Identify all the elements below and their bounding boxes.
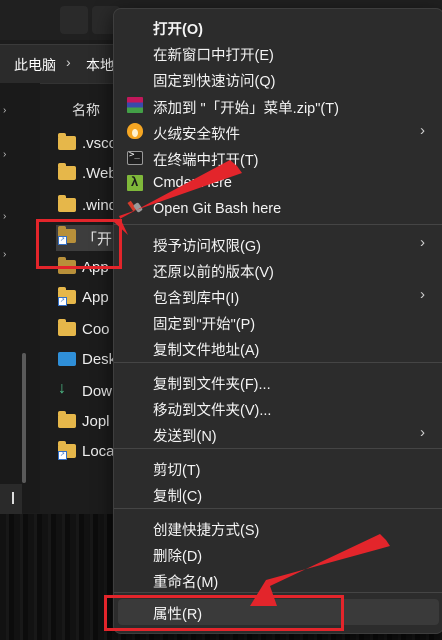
menu-item-label: 剪切(T) [153, 463, 201, 479]
expand-arrow-icon[interactable]: › [3, 149, 10, 160]
download-icon: ↓ [58, 380, 66, 397]
menu-item[interactable]: 还原以前的版本(V) [118, 257, 439, 283]
menu-item[interactable]: 包含到库中(I) › [118, 283, 439, 309]
menu-separator [114, 592, 442, 593]
menu-item-label: 移动到文件夹(V)... [153, 403, 272, 419]
folder-icon [58, 163, 76, 180]
file-name: Desk [82, 351, 117, 368]
menu-item[interactable]: 打开(O) [118, 14, 439, 40]
shortcut-arrow-icon: ↗ [58, 297, 67, 306]
toolbar-button[interactable] [60, 6, 88, 34]
expand-arrow-icon[interactable]: › [3, 211, 10, 222]
folder-icon [58, 133, 76, 150]
file-name: App [82, 289, 109, 306]
menu-item-label: 固定到快速访问(Q) [153, 74, 276, 90]
file-name: Dow [82, 383, 113, 400]
menu-item-label: 包含到库中(I) [153, 291, 240, 307]
menu-item[interactable]: Open Git Bash here [118, 197, 439, 223]
menu-separator [114, 224, 442, 225]
menu-item-label: 复制文件地址(A) [153, 343, 260, 359]
menu-item-label: 创建快捷方式(S) [153, 523, 260, 539]
menu-separator [114, 362, 442, 363]
menu-item-label: 在新窗口中打开(E) [153, 48, 274, 64]
navigation-pane[interactable]: › › › › [0, 83, 40, 513]
menu-item[interactable]: 删除(D) [118, 541, 439, 567]
git-bash-icon [127, 201, 143, 217]
context-menu: 打开(O) 在新窗口中打开(E) 固定到快速访问(Q) 添加到 "「开始」菜单.zip… [113, 8, 442, 634]
column-header-name[interactable]: 名称 [72, 100, 100, 120]
menu-item-label: 火绒安全软件 [153, 127, 240, 143]
menu-item[interactable]: 在新窗口中打开(E) [118, 40, 439, 66]
menu-item-label: 还原以前的版本(V) [153, 265, 274, 281]
folder-icon [58, 195, 76, 212]
file-name: Loca [82, 443, 115, 460]
desktop-icon [58, 352, 76, 366]
menu-item[interactable]: 重命名(M) [118, 567, 439, 593]
menu-item-label: 复制(C) [153, 489, 203, 505]
menu-item-label: 发送到(N) [153, 429, 217, 445]
menu-item[interactable]: 复制文件地址(A) [118, 335, 439, 361]
text-cursor [12, 492, 14, 504]
chevron-right-icon: › [420, 424, 425, 441]
chevron-right-icon: › [420, 122, 425, 139]
expand-arrow-icon[interactable]: › [3, 105, 10, 116]
menu-item[interactable]: Cmder Here [118, 171, 439, 197]
file-name: Coo [82, 321, 110, 338]
menu-item-label: Cmder Here [153, 175, 232, 191]
menu-separator [114, 508, 442, 509]
file-name: .Web [82, 165, 117, 182]
menu-item[interactable]: 火绒安全软件 › [118, 119, 439, 145]
highlight-box-properties [104, 595, 344, 631]
breadcrumb-local[interactable]: 本地 [86, 55, 114, 75]
menu-item[interactable]: 复制(C) [118, 481, 439, 507]
cmder-icon [127, 174, 143, 191]
menu-separator [114, 448, 442, 449]
file-name: .wind [82, 197, 118, 214]
highlight-box-selected-folder [36, 219, 122, 269]
folder-icon [58, 319, 76, 336]
huorong-icon [127, 123, 143, 139]
chevron-right-icon: › [66, 54, 71, 70]
menu-item[interactable]: 固定到"开始"(P) [118, 309, 439, 335]
menu-item[interactable]: 固定到快速访问(Q) [118, 66, 439, 92]
menu-item-label: 复制到文件夹(F)... [153, 377, 271, 393]
folder-icon: ↗ [58, 441, 76, 460]
menu-item[interactable]: 发送到(N) › [118, 421, 439, 447]
menu-item[interactable]: 授予访问权限(G) › [118, 231, 439, 257]
chevron-right-icon: › [420, 286, 425, 303]
terminal-icon [127, 150, 143, 165]
chevron-right-icon: › [420, 234, 425, 251]
menu-item[interactable]: 添加到 "「开始」菜单.zip"(T) [118, 93, 439, 119]
folder-icon: ↗ [58, 287, 76, 306]
winrar-icon [127, 97, 143, 113]
menu-item-label: 在终端中打开(T) [153, 153, 259, 169]
shortcut-arrow-icon: ↗ [58, 451, 67, 460]
menu-item-label: 固定到"开始"(P) [153, 317, 256, 333]
menu-item-label: 添加到 "「开始」菜单.zip"(T) [153, 101, 339, 117]
menu-item[interactable]: 复制到文件夹(F)... [118, 369, 439, 395]
menu-item-label: 授予访问权限(G) [153, 239, 261, 255]
menu-item[interactable]: 移动到文件夹(V)... [118, 395, 439, 421]
menu-item-label: 删除(D) [153, 549, 203, 565]
file-name: .vsco [82, 135, 118, 152]
menu-item[interactable]: 在终端中打开(T) [118, 145, 439, 171]
folder-icon [58, 411, 76, 428]
menu-item-label: 重命名(M) [153, 575, 219, 591]
navigation-scrollbar[interactable] [22, 353, 26, 483]
menu-item[interactable]: 剪切(T) [118, 455, 439, 481]
menu-item-label: Open Git Bash here [153, 201, 282, 217]
menu-item[interactable]: 创建快捷方式(S) [118, 515, 439, 541]
file-name: Jopl [82, 413, 110, 430]
expand-arrow-icon[interactable]: › [3, 249, 10, 260]
breadcrumb-this-pc[interactable]: 此电脑 [14, 55, 56, 75]
menu-item-label: 打开(O) [153, 22, 203, 38]
